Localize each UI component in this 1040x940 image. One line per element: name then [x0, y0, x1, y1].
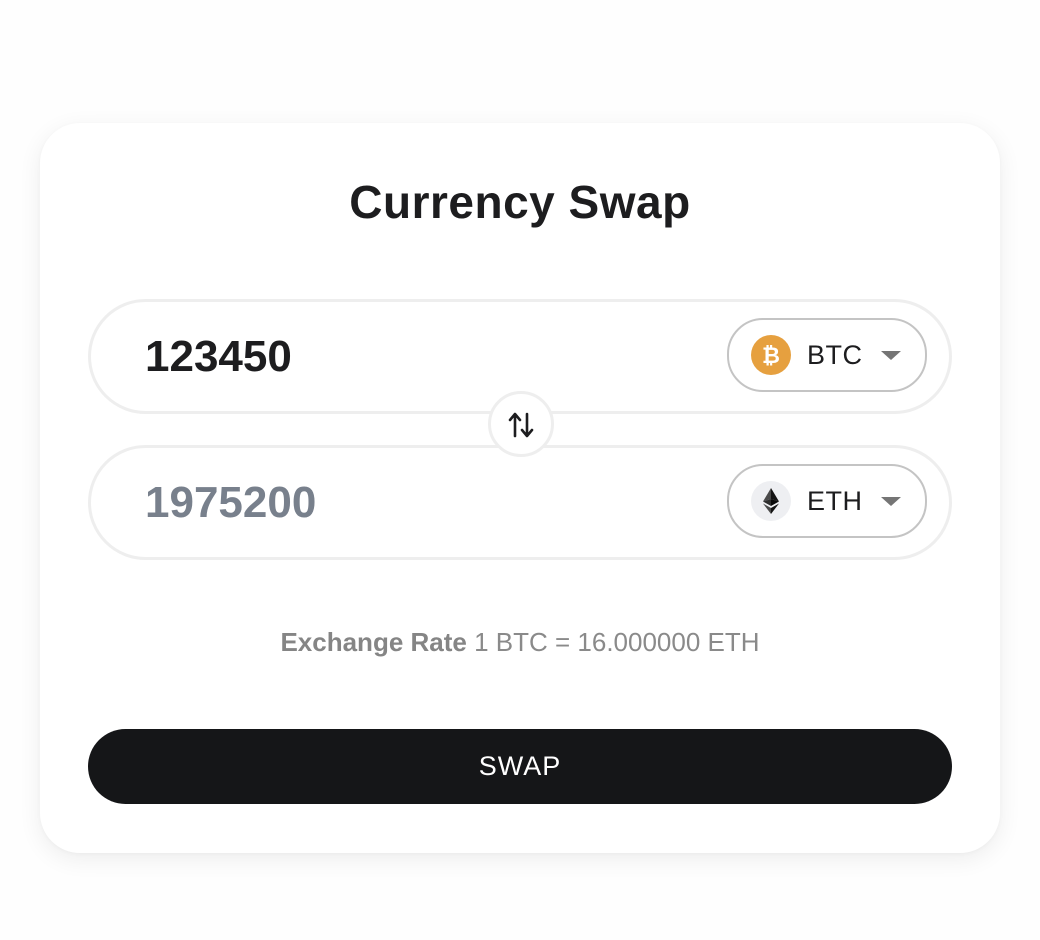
to-currency-symbol: ETH: [807, 486, 863, 516]
from-currency-symbol: BTC: [807, 340, 863, 370]
to-amount-field[interactable]: 1975200: [145, 448, 316, 557]
from-amount-input[interactable]: 123450: [145, 302, 292, 411]
currency-swap-card: Currency Swap 123450 ₿ BTC 1975200 ETH E…: [40, 123, 1000, 853]
exchange-rate: Exchange Rate 1 BTC = 16.000000 ETH: [40, 627, 1000, 658]
bitcoin-icon: ₿: [751, 335, 791, 375]
exchange-rate-value: 1 BTC = 16.000000 ETH: [474, 627, 760, 657]
to-currency-select[interactable]: ETH: [727, 464, 927, 538]
ethereum-icon: [751, 481, 791, 521]
swap-button[interactable]: SWAP: [88, 729, 952, 804]
svg-text:₿: ₿: [762, 344, 780, 369]
from-currency-select[interactable]: ₿ BTC: [727, 318, 927, 392]
exchange-rate-label: Exchange Rate: [280, 627, 467, 657]
card-title: Currency Swap: [349, 176, 691, 228]
swap-direction-button[interactable]: [488, 391, 554, 457]
chevron-down-icon: [881, 497, 901, 506]
chevron-down-icon: [881, 351, 901, 360]
swap-arrows-icon: [508, 412, 534, 438]
to-currency-row: 1975200 ETH: [88, 445, 952, 560]
